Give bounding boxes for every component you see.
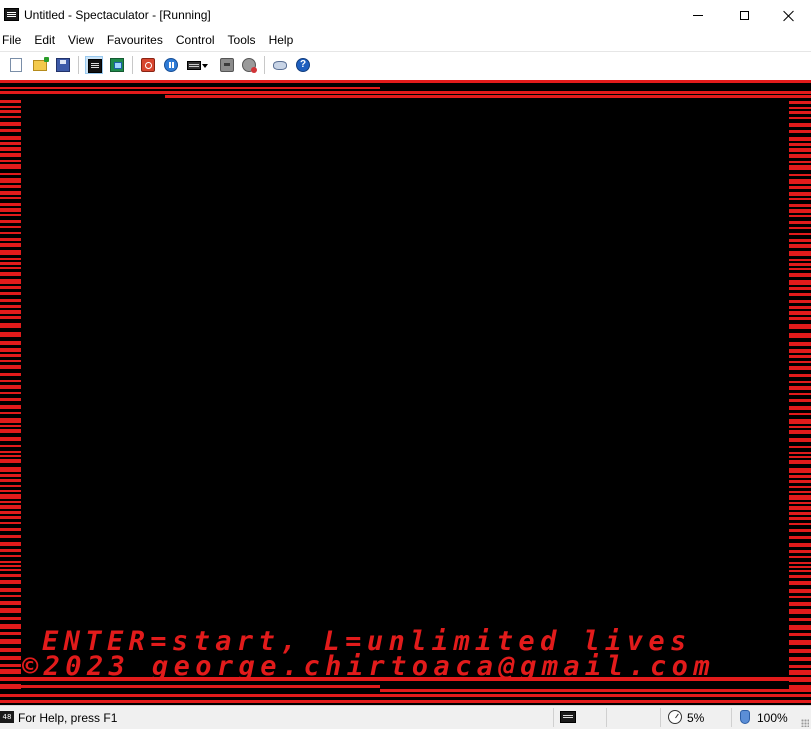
volume-value: 100%	[757, 711, 788, 725]
new-button[interactable]	[7, 56, 25, 74]
help-icon: ?	[296, 58, 310, 72]
new-file-icon	[10, 58, 22, 72]
close-button[interactable]	[766, 0, 811, 31]
help-button[interactable]: ?	[294, 56, 312, 74]
keyboard-icon	[187, 61, 201, 70]
disk-icon	[242, 58, 257, 73]
toolbar-separator	[132, 56, 133, 74]
title-bar[interactable]: Untitled - Spectaculator - [Running]	[0, 0, 811, 31]
window-mode-icon	[110, 58, 124, 72]
minimize-button[interactable]	[675, 0, 721, 31]
speed-value: 5%	[687, 711, 705, 725]
open-button[interactable]	[31, 56, 49, 74]
menu-control[interactable]: Control	[176, 31, 215, 50]
app-icon[interactable]	[4, 8, 19, 21]
menu-file[interactable]: File	[2, 31, 21, 50]
toolbar-separator	[264, 56, 265, 74]
status-help-text: For Help, press F1	[18, 711, 118, 725]
close-icon	[783, 10, 795, 22]
menu-view[interactable]: View	[68, 31, 94, 50]
full-screen-button[interactable]	[85, 56, 103, 74]
save-icon	[56, 58, 70, 72]
open-file-icon	[33, 57, 49, 71]
joystick-icon	[273, 61, 287, 70]
toolbar: ?	[0, 51, 811, 79]
reset-button[interactable]	[139, 56, 157, 74]
resize-grip-icon[interactable]	[801, 719, 809, 727]
chevron-down-icon	[202, 64, 208, 68]
window-title: Untitled - Spectaculator - [Running]	[24, 8, 211, 22]
screen-border	[0, 80, 811, 703]
maximize-button[interactable]	[721, 0, 767, 31]
status-pane	[606, 708, 660, 727]
app-window: Untitled - Spectaculator - [Running] Fil…	[0, 0, 811, 729]
maximize-icon	[739, 11, 749, 20]
joystick-button[interactable]	[271, 56, 289, 74]
reset-icon	[141, 58, 155, 72]
spectrum-48-icon: 48	[0, 711, 14, 723]
screen-text-copyright: ©2023 george.chirtoaca@gmail.com	[22, 651, 715, 682]
minimize-icon	[693, 15, 703, 16]
display-icon	[560, 711, 576, 723]
toolbar-separator	[78, 56, 79, 74]
speed-gauge-icon	[668, 710, 682, 724]
volume-icon	[740, 710, 750, 724]
disk-button[interactable]	[240, 56, 258, 74]
save-button[interactable]	[54, 56, 72, 74]
keyboard-dropdown-button[interactable]	[185, 56, 213, 74]
menu-bar: File Edit View Favourites Control Tools …	[0, 31, 811, 50]
window-mode-button[interactable]	[108, 56, 126, 74]
menu-favourites[interactable]: Favourites	[107, 31, 163, 50]
tape-button[interactable]	[218, 56, 236, 74]
menu-help[interactable]: Help	[269, 31, 294, 50]
emulator-display[interactable]: ENTER=start, L=unlimited lives ©2023 geo…	[0, 80, 811, 705]
full-screen-icon	[88, 59, 102, 73]
pause-icon	[164, 58, 178, 72]
status-bar: 48 For Help, press F1 5% 100%	[0, 705, 811, 729]
tape-icon	[220, 58, 234, 72]
menu-tools[interactable]: Tools	[228, 31, 256, 50]
menu-edit[interactable]: Edit	[34, 31, 55, 50]
pause-button[interactable]	[162, 56, 180, 74]
